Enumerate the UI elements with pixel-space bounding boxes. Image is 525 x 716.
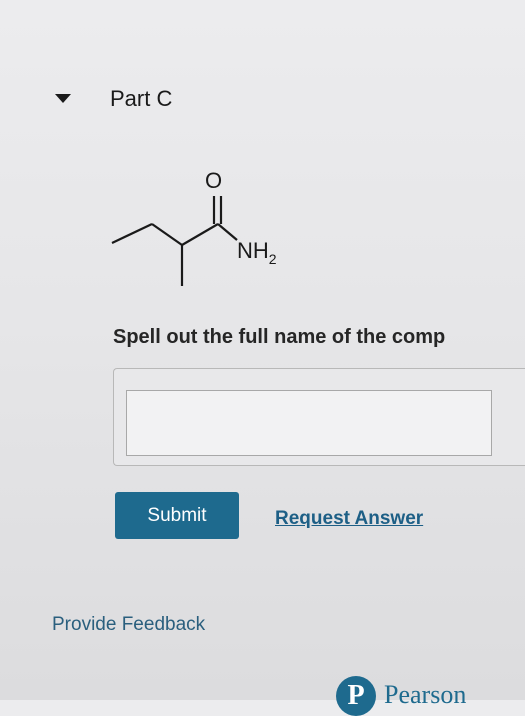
caret-down-icon[interactable] <box>55 94 71 103</box>
amine-subscript: 2 <box>268 251 277 267</box>
molecule-structure: O NH2 <box>100 160 310 300</box>
submit-button[interactable]: Submit <box>115 492 239 539</box>
oxygen-label: O <box>205 168 223 193</box>
pearson-logo-icon: P <box>336 676 376 716</box>
bond-carbonyl-carbon <box>181 223 219 246</box>
bond-ethyl <box>111 223 153 244</box>
amine-text: NH <box>237 238 269 263</box>
bond-cn <box>217 223 238 241</box>
answer-input[interactable] <box>126 390 492 456</box>
bond-ch <box>151 223 183 246</box>
request-answer-link[interactable]: Request Answer <box>275 508 423 530</box>
part-title: Part C <box>110 86 173 111</box>
question-text: Spell out the full name of the comp <box>113 326 446 348</box>
provide-feedback-link[interactable]: Provide Feedback <box>52 614 205 636</box>
pearson-brand-text: Pearson <box>384 680 467 709</box>
amine-label: NH2 <box>237 238 277 267</box>
